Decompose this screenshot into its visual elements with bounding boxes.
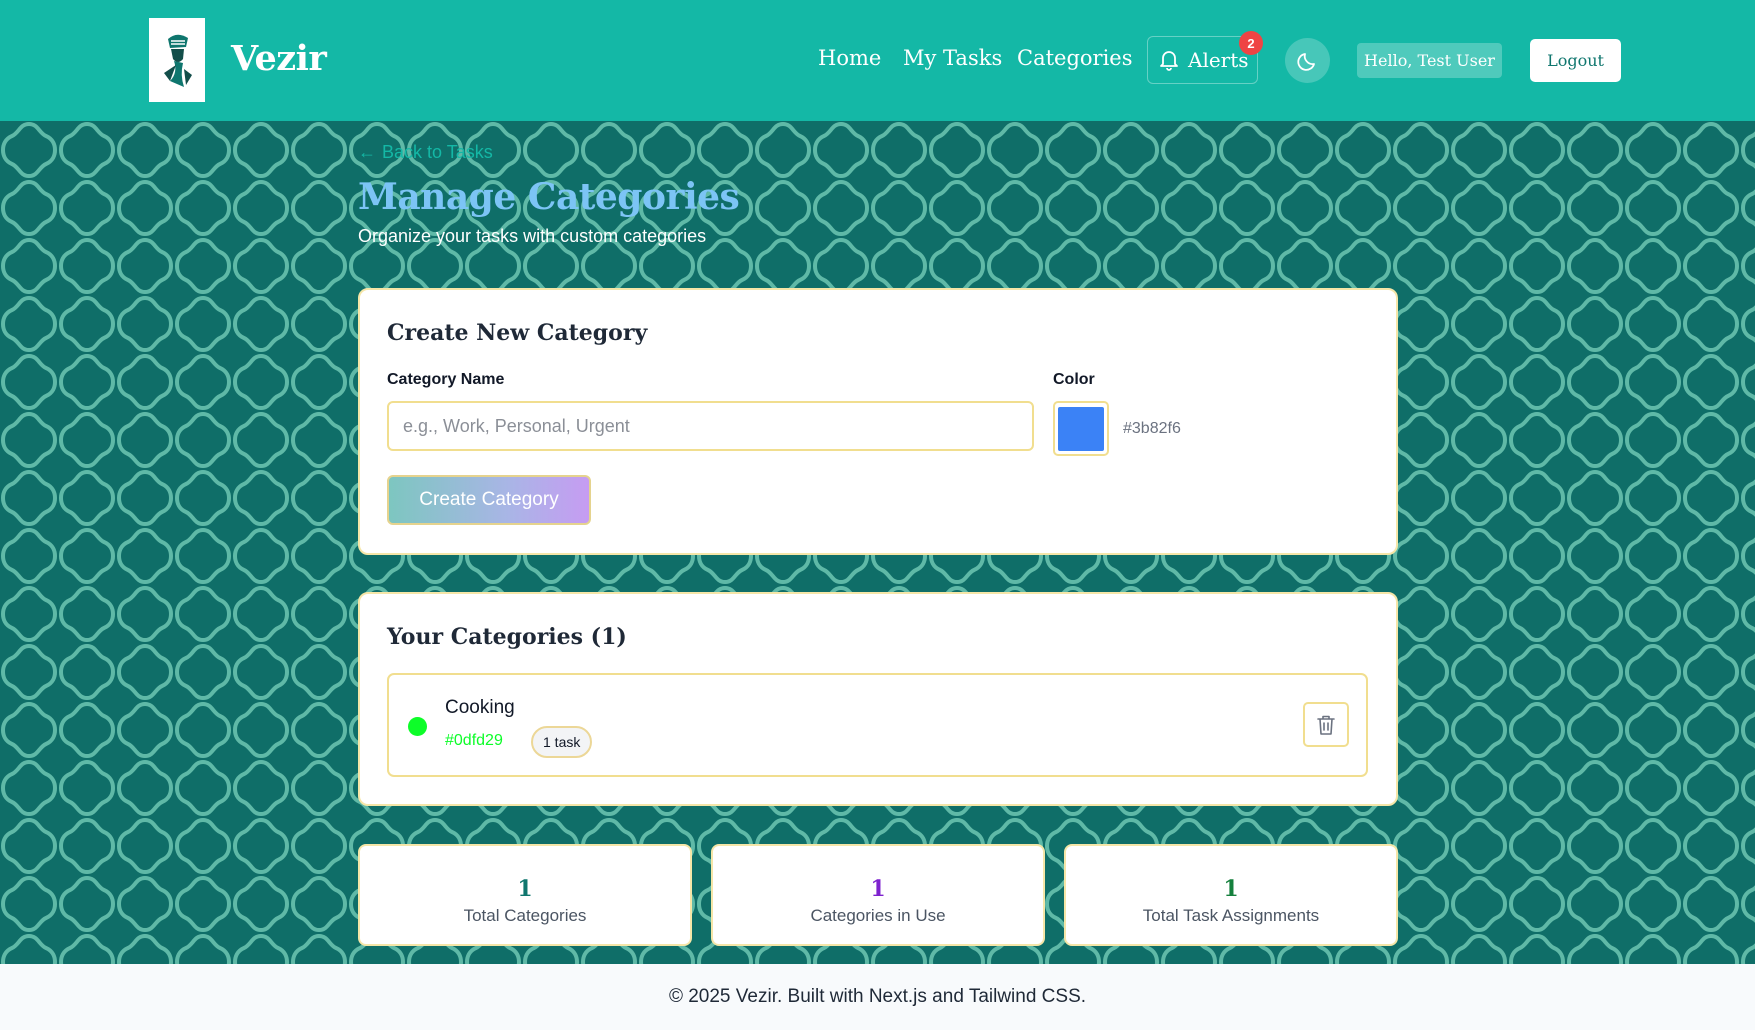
category-list-item: Cooking #0dfd29 1 task — [387, 673, 1368, 777]
back-to-tasks-link[interactable]: ← Back to Tasks — [358, 142, 493, 163]
page-title: Manage Categories — [358, 176, 740, 218]
nav-categories[interactable]: Categories — [1017, 46, 1133, 70]
logo[interactable] — [149, 18, 205, 102]
stat-value: 1 — [517, 876, 533, 902]
stat-label: Total Task Assignments — [1142, 906, 1320, 925]
create-category-button[interactable]: Create Category — [387, 475, 591, 525]
category-name: Cooking — [445, 697, 515, 718]
bell-icon — [1160, 51, 1178, 71]
top-navbar: Vezir Home My Tasks Categories Alerts 2 … — [0, 0, 1755, 121]
color-hex-value: #3b82f6 — [1123, 420, 1181, 437]
stat-card-categories-in-use: 1 Categories in Use — [711, 844, 1045, 946]
trash-icon — [1317, 715, 1335, 735]
create-card-title: Create New Category — [387, 320, 648, 346]
categories-card-title: Your Categories (1) — [387, 624, 627, 650]
brand-name[interactable]: Vezir — [231, 38, 327, 79]
arrow-left-icon: ← — [358, 142, 376, 162]
stat-value: 1 — [1223, 876, 1239, 902]
footer-text: © 2025 Vezir. Built with Next.js and Tai… — [668, 986, 1087, 1007]
category-color-dot — [408, 717, 427, 736]
stat-label: Categories in Use — [810, 906, 946, 925]
color-swatch — [1058, 406, 1104, 451]
alerts-count-badge: 2 — [1239, 31, 1263, 55]
moon-icon — [1296, 52, 1315, 71]
category-name-label: Category Name — [387, 371, 505, 388]
stat-card-total-task-assignments: 1 Total Task Assignments — [1064, 844, 1398, 946]
nav-home[interactable]: Home — [818, 46, 881, 70]
category-hex: #0dfd29 — [445, 732, 503, 749]
color-label: Color — [1053, 371, 1095, 388]
vizier-logo-icon — [164, 34, 192, 87]
task-count-badge: 1 task — [531, 726, 593, 758]
stat-card-total-categories: 1 Total Categories — [358, 844, 692, 946]
stat-label: Total Categories — [463, 906, 587, 925]
user-greeting: Hello, Test User — [1357, 43, 1502, 78]
stat-value: 1 — [870, 876, 886, 902]
theme-toggle-button[interactable] — [1285, 38, 1330, 83]
delete-category-button[interactable] — [1303, 702, 1349, 747]
footer: © 2025 Vezir. Built with Next.js and Tai… — [0, 964, 1755, 1030]
back-label: Back to Tasks — [382, 142, 493, 162]
alerts-label: Alerts — [1188, 48, 1249, 72]
page-subtitle: Organize your tasks with custom categori… — [358, 226, 707, 246]
nav-my-tasks[interactable]: My Tasks — [903, 46, 1002, 70]
category-name-input[interactable] — [387, 401, 1034, 451]
logout-button[interactable]: Logout — [1530, 39, 1621, 82]
color-picker[interactable] — [1053, 401, 1109, 456]
